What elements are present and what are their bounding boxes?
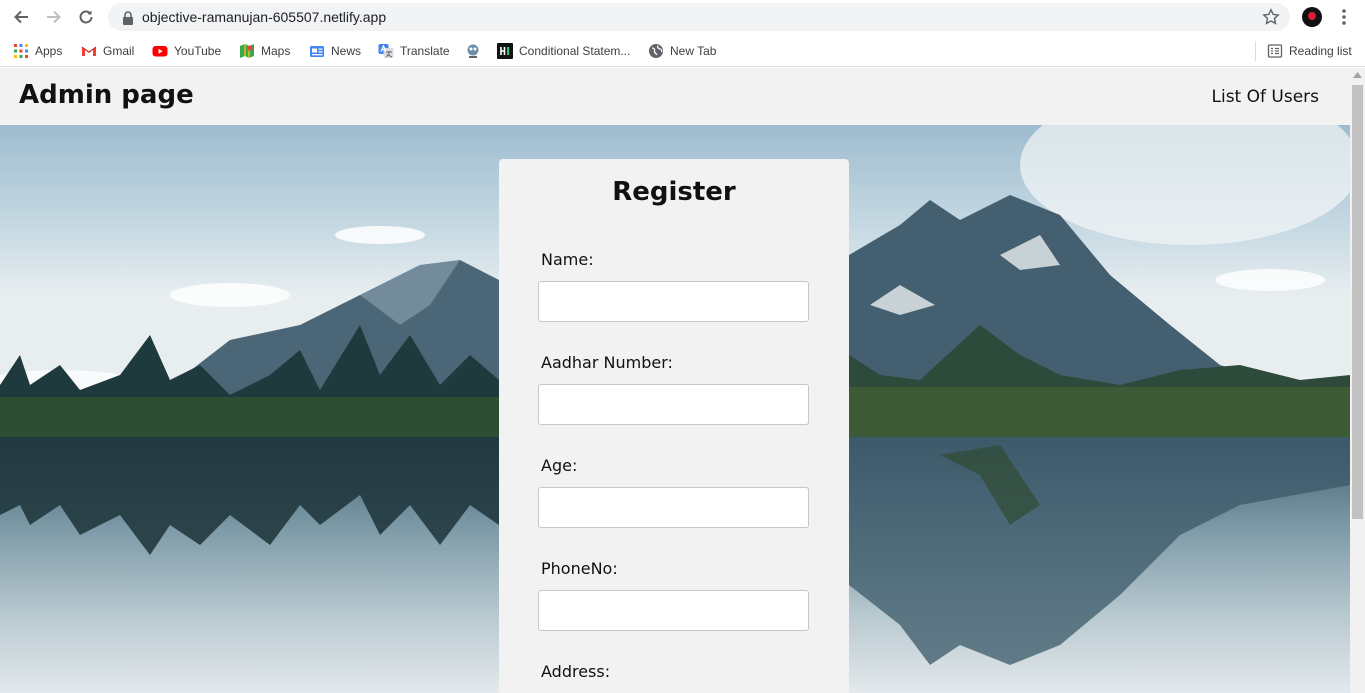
reading-list-button[interactable]: Reading list [1267,41,1352,61]
address-label: Address: [541,662,611,681]
bookmark-new-tab[interactable]: New Tab [648,41,716,61]
bookmark-gmail[interactable]: Gmail [81,41,134,61]
reading-list-label: Reading list [1289,44,1352,58]
age-input[interactable] [538,487,809,528]
back-arrow-icon[interactable] [10,6,32,28]
bookmark-label: YouTube [174,44,222,58]
reload-icon[interactable] [75,6,97,28]
age-label: Age: [541,456,578,475]
scroll-up-arrow-icon[interactable] [1353,72,1362,78]
globe-icon [649,44,663,58]
register-form: Register Name: Aadhar Number: Age: Phone… [499,159,849,693]
bookmark-translate[interactable]: Translate [378,41,450,61]
lock-icon [122,10,134,29]
page-title: Admin page [19,80,194,110]
bookmark-label: Maps [261,44,291,58]
bookmark-label: News [331,44,362,58]
bookmark-news[interactable]: News [309,41,361,61]
aadhar-number-label: Aadhar Number: [541,353,673,372]
bookmark-apps[interactable]: Apps [13,41,62,61]
bookmark-label: New Tab [670,44,717,58]
bookmark-unnamed[interactable] [465,41,487,61]
phone-number-label: PhoneNo: [541,559,618,578]
bookmark-conditional-statements[interactable]: Conditional Statem... [497,41,630,61]
bookmarks-bar: Apps Gmail YouTube Maps News Translate C… [0,34,1365,67]
bookmark-star-icon[interactable] [1262,8,1280,30]
maps-icon [240,44,254,58]
scrollbar-thumb[interactable] [1352,85,1363,519]
web-page: Admin page List Of Users Register Name: … [0,68,1350,693]
address-bar[interactable]: objective-ramanujan-605507.netlify.app [108,3,1290,31]
page-scrollbar[interactable] [1350,68,1365,693]
register-title: Register [612,177,736,207]
bookmark-youtube[interactable]: YouTube [152,41,221,61]
bookmark-label: Gmail [103,44,135,58]
aadhar-number-input[interactable] [538,384,809,425]
bookmark-label: Apps [35,44,63,58]
bookmarks-divider [1255,41,1256,61]
url-text: objective-ramanujan-605507.netlify.app [142,9,387,25]
translate-icon [378,44,394,58]
gmail-icon [81,46,97,56]
bookmark-label: Conditional Statem... [519,44,631,58]
bookmark-maps[interactable]: Maps [239,41,290,61]
more-menu-icon[interactable] [1336,7,1352,31]
hackerrank-icon [497,43,513,59]
page-header: Admin page List Of Users [0,68,1350,125]
browser-toolbar: objective-ramanujan-605507.netlify.app [0,0,1365,34]
apps-grid-icon [14,44,28,58]
bookmark-label: Translate [400,44,450,58]
phone-number-input[interactable] [538,590,809,631]
bookmark-favicon-icon [467,44,479,58]
news-icon [310,46,324,57]
youtube-icon [152,46,168,57]
forward-arrow-icon[interactable] [43,6,65,28]
name-input[interactable] [538,281,809,322]
profile-avatar[interactable] [1302,7,1322,27]
list-of-users-link[interactable]: List Of Users [1212,87,1320,107]
name-label: Name: [541,250,594,269]
reading-list-icon [1267,44,1283,58]
